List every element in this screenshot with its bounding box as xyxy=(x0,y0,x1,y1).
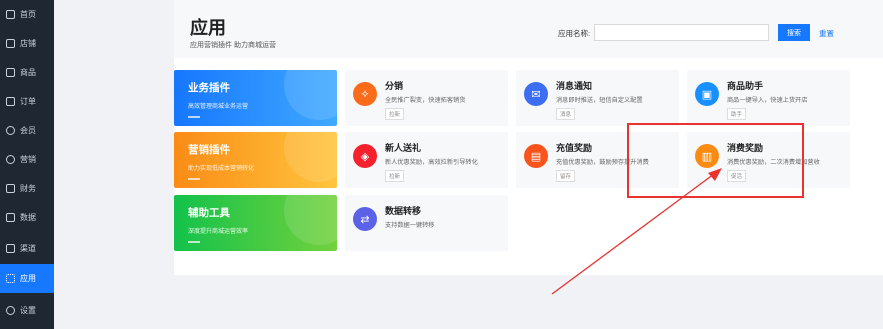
annotation-arrow xyxy=(551,168,722,295)
